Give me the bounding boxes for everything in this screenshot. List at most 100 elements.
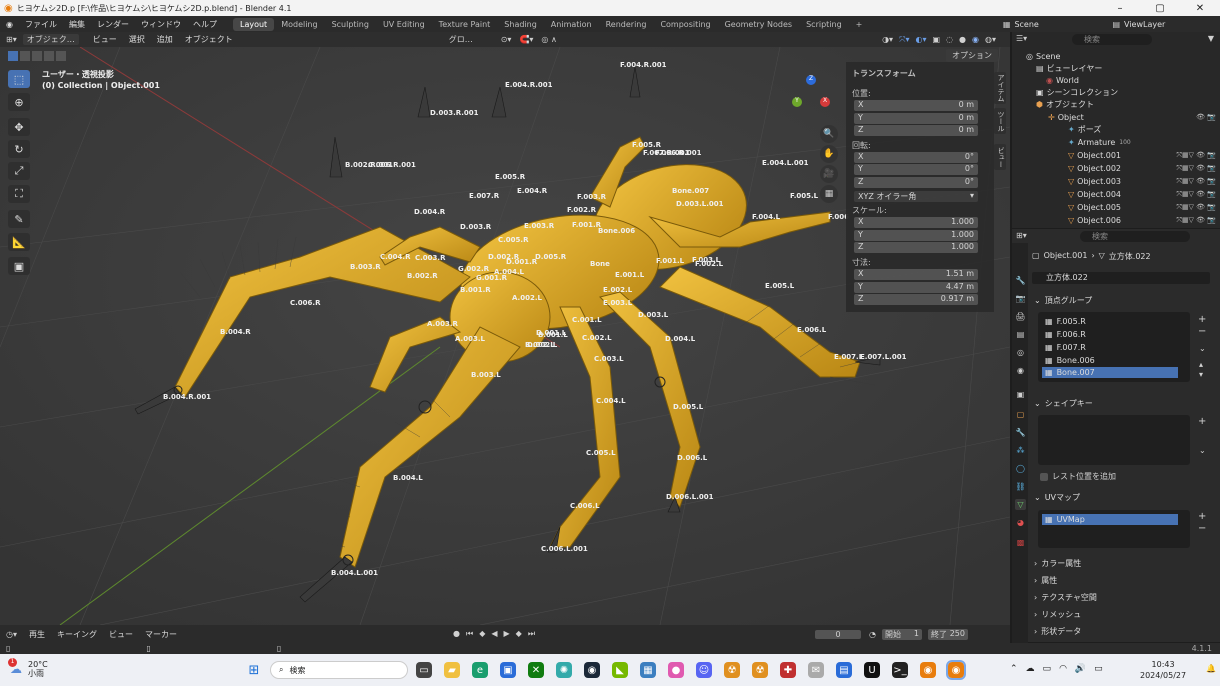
navigation-gizmo[interactable]: Z X Y [790, 75, 836, 121]
properties-search-input[interactable]: 検索 [1080, 231, 1190, 242]
options-dropdown[interactable]: オプション [946, 49, 998, 62]
outliner-row-armature[interactable]: ✦ Armature 100 [1012, 136, 1220, 148]
shading-rendered-icon[interactable]: ◍▾ [985, 35, 996, 45]
outliner-row-view-layer[interactable]: ▤ ビューレイヤー [1012, 62, 1220, 74]
vertex-group-specials-icon[interactable]: ⌄ [1199, 344, 1206, 353]
uv-maps-header[interactable]: ⌄ UVマップ [1034, 491, 1214, 503]
chevron-up-icon[interactable]: ⌃ [1010, 664, 1018, 674]
blender-menu-icon[interactable]: ◉ [6, 20, 13, 29]
rest-position-checkbox[interactable]: レスト位置を追加 [1040, 471, 1116, 482]
app-icon-5[interactable]: ✚ [780, 662, 796, 678]
mode-selector[interactable]: オブジェク… [22, 34, 79, 45]
clock-icon[interactable]: ◔ [869, 630, 876, 639]
outliner-row-scene-collection[interactable]: ▣ シーンコレクション [1012, 86, 1220, 98]
texture-space-header[interactable]: › テクスチャ空間 [1034, 591, 1214, 603]
mesh-data-properties-icon[interactable]: ▽ [1015, 499, 1026, 510]
move-up-icon[interactable]: ▴ [1199, 360, 1203, 369]
close-button[interactable]: ✕ [1180, 3, 1220, 14]
tab-texture-paint[interactable]: Texture Paint [432, 18, 498, 31]
discord-icon[interactable]: ☺ [696, 662, 712, 678]
wifi-icon[interactable]: ◠ [1059, 664, 1067, 674]
menu-help[interactable]: ヘルプ [187, 19, 223, 30]
app-icon-2[interactable]: ● [668, 662, 684, 678]
shading-solid-icon[interactable]: ● [959, 35, 966, 45]
filter-icon[interactable]: ▼ [1208, 34, 1214, 43]
select-tool-icon[interactable]: ⬚ [8, 70, 30, 88]
perspective-grid-icon[interactable]: ▦ [820, 185, 838, 203]
app-icon-1[interactable]: ▦ [640, 662, 656, 678]
tab-item[interactable]: アイテム [994, 72, 1006, 104]
store-icon[interactable]: ▣ [500, 662, 516, 678]
location-y-field[interactable]: Y0 m [854, 113, 978, 124]
play-icon[interactable]: ▶ [504, 629, 510, 639]
list-item[interactable]: ▦ F.007.R [1042, 342, 1178, 353]
outliner-editor-icon[interactable]: ☰▾ [1016, 34, 1027, 43]
object-properties-icon[interactable]: ▢ [1015, 409, 1026, 420]
record-icon[interactable]: ● [453, 629, 460, 639]
shape-keys-header[interactable]: ⌄ シェイプキー [1034, 397, 1214, 409]
dimension-x-field[interactable]: X 1.51 m [854, 269, 978, 280]
menu-window[interactable]: ウィンドウ [135, 19, 187, 30]
tab-rendering[interactable]: Rendering [599, 18, 654, 31]
view-layer-properties-icon[interactable]: ▤ [1015, 329, 1026, 340]
scale-tool-icon[interactable]: ⤢ [8, 162, 30, 180]
render-properties-icon[interactable]: 📷 [1015, 293, 1026, 304]
marker-menu[interactable]: マーカー [139, 629, 183, 640]
tab-view[interactable]: ビュー [994, 144, 1006, 170]
next-keyframe-icon[interactable]: ◆ [516, 629, 522, 639]
gizmo-y[interactable]: Y [792, 97, 802, 107]
transform-tool-icon[interactable]: ⛶ [8, 185, 30, 203]
maximize-button[interactable]: ▢ [1140, 3, 1180, 14]
tab-sculpting[interactable]: Sculpting [325, 18, 376, 31]
geometry-data-header[interactable]: › 形状データ [1034, 625, 1214, 637]
scale-y-field[interactable]: Y 1.000 [854, 230, 978, 241]
volume-icon[interactable]: 🔊 [1075, 664, 1086, 674]
xbox-icon[interactable]: ✕ [528, 662, 544, 678]
zoom-icon[interactable]: 🔍 [820, 125, 838, 143]
rotation-y-field[interactable]: Y 0° [854, 164, 978, 175]
proportional-edit-icon[interactable]: ◎ ∧ [541, 35, 556, 44]
keying-menu[interactable]: キーイング [51, 629, 103, 640]
scale-x-field[interactable]: X 1.000 [854, 217, 978, 228]
attributes-header[interactable]: › 属性 [1034, 574, 1214, 586]
move-tool-icon[interactable]: ✥ [8, 118, 30, 136]
prev-keyframe-icon[interactable]: ◆ [479, 629, 485, 639]
scale-z-field[interactable]: Z 1.000 [854, 242, 978, 253]
shading-wireframe-icon[interactable]: ◌ [946, 35, 953, 45]
list-item[interactable]: ▦ Bone.006 [1042, 355, 1178, 366]
battery-icon[interactable]: ▭ [1094, 664, 1103, 674]
nvidia-icon[interactable]: ◣ [612, 662, 628, 678]
network-icon[interactable]: ▭ [1043, 664, 1052, 674]
mesh-name-field[interactable]: 立方体.022 [1032, 272, 1210, 284]
play-reverse-icon[interactable]: ◀ [491, 629, 497, 639]
dimension-z-field[interactable]: Z 0.917 m [854, 294, 978, 305]
select-mode-icons[interactable] [8, 51, 66, 61]
steam-icon[interactable]: ◉ [584, 662, 600, 678]
end-frame-field[interactable]: 終了 250 [928, 628, 968, 640]
menu-select[interactable]: 選択 [123, 34, 151, 45]
output-properties-icon[interactable]: 🖨 [1015, 311, 1026, 322]
tab-modeling[interactable]: Modeling [274, 18, 324, 31]
system-tray[interactable]: ⌃ ☁ ▭ ◠ 🔊 ▭ [1010, 664, 1103, 674]
outliner-row-world[interactable]: ◉ World [1012, 74, 1220, 86]
location-x-field[interactable]: X0 m [854, 100, 978, 111]
properties-editor-icon[interactable]: ⊞▾ [1016, 231, 1027, 240]
jump-end-icon[interactable]: ⏭ [528, 629, 535, 639]
tab-uv-editing[interactable]: UV Editing [376, 18, 432, 31]
add-workspace-button[interactable]: + [849, 18, 870, 31]
edge-icon[interactable]: e [472, 662, 488, 678]
editor-type-icon[interactable]: ⊞▾ [6, 35, 17, 44]
add-uv-map-button[interactable]: + [1198, 511, 1206, 522]
tool-properties-icon[interactable]: 🔧 [1015, 275, 1026, 286]
rotation-z-field[interactable]: Z 0° [854, 177, 978, 188]
timeline-view-menu[interactable]: ビュー [103, 629, 139, 640]
particles-properties-icon[interactable]: ⁂ [1015, 445, 1026, 456]
modifier-properties-icon[interactable]: 🔧 [1015, 427, 1026, 438]
unreal-icon[interactable]: U [864, 662, 880, 678]
start-windows-icon[interactable]: ⊞ [246, 662, 262, 678]
constraints-properties-icon[interactable]: ⛓ [1015, 481, 1026, 492]
outliner-row-scene[interactable]: ◎ Scene [1012, 50, 1220, 62]
vertex-groups-header[interactable]: ⌄ 頂点グループ [1034, 294, 1214, 306]
color-attributes-header[interactable]: › カラー属性 [1034, 557, 1214, 569]
menu-file[interactable]: ファイル [19, 19, 63, 30]
